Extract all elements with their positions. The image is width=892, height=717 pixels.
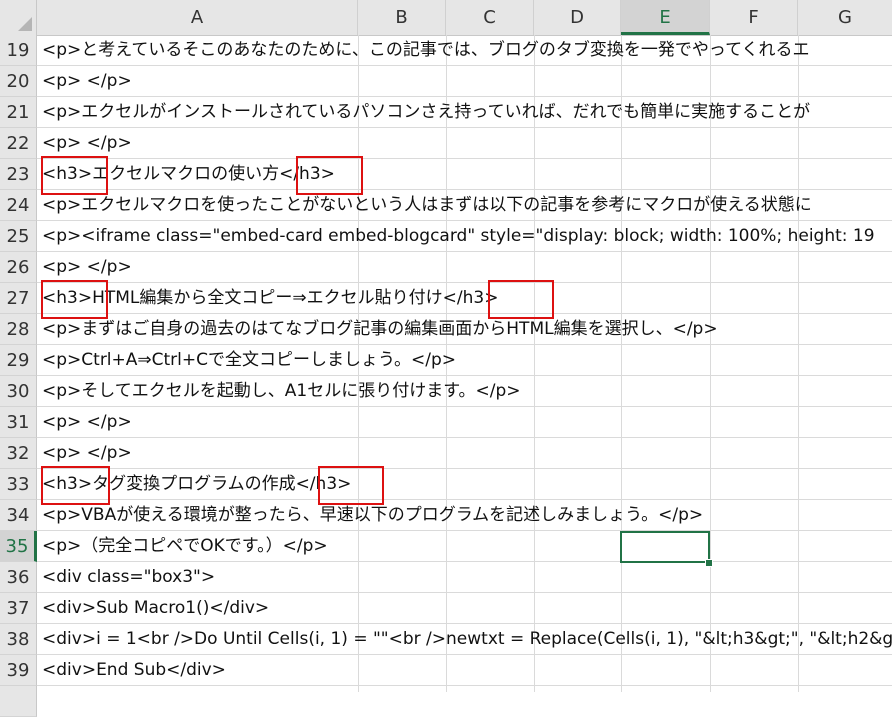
spreadsheet-grid: A B C D E F G 19 <p>と考えているそこのあなたのために、この記…	[0, 0, 892, 717]
row-header[interactable]: 31	[0, 407, 37, 438]
column-header-b[interactable]: B	[358, 0, 446, 35]
table-row[interactable]	[37, 407, 892, 438]
row-header[interactable]: 38	[0, 624, 37, 655]
row-header[interactable]: 36	[0, 562, 37, 593]
column-header-c[interactable]: C	[446, 0, 534, 35]
cell-a35[interactable]: <p>（完全コピペでOKです。）</p>	[42, 531, 328, 562]
cell-a26[interactable]: <p> </p>	[42, 252, 132, 283]
cell-a21[interactable]: <p>エクセルがインストールされているパソコンさえ持っていれば、だれでも簡単に実…	[42, 97, 810, 128]
row-header[interactable]: 22	[0, 128, 37, 159]
active-cell-e35[interactable]	[620, 531, 710, 563]
column-header-d[interactable]: D	[534, 0, 621, 35]
select-all-corner[interactable]	[0, 0, 37, 35]
table-row[interactable]	[37, 438, 892, 469]
row-header[interactable]: 25	[0, 221, 37, 252]
column-header-a[interactable]: A	[37, 0, 358, 35]
row-header[interactable]: 27	[0, 283, 37, 314]
highlight-box-open-h3	[41, 156, 108, 195]
fill-handle[interactable]	[705, 559, 713, 567]
table-row[interactable]	[37, 128, 892, 159]
row-header[interactable]	[0, 686, 37, 717]
row-header-selected[interactable]: 35	[0, 531, 37, 562]
row-header[interactable]: 30	[0, 376, 37, 407]
row-header[interactable]: 34	[0, 500, 37, 531]
table-row[interactable]	[37, 66, 892, 97]
cell-a28[interactable]: <p>まずはご自身の過去のはてなブログ記事の編集画面からHTML編集を選択し、<…	[42, 314, 718, 345]
row-header[interactable]: 29	[0, 345, 37, 376]
row-header[interactable]: 39	[0, 655, 37, 686]
row-header[interactable]: 24	[0, 190, 37, 221]
row-header[interactable]: 37	[0, 593, 37, 624]
highlight-box-close-h3	[318, 466, 384, 505]
cell-a25[interactable]: <p><iframe class="embed-card embed-blogc…	[42, 221, 875, 252]
column-header-g[interactable]: G	[798, 0, 892, 35]
cell-a29[interactable]: <p>Ctrl+A⇒Ctrl+Cで全文コピーしましょう。</p>	[42, 345, 456, 376]
column-header-e[interactable]: E	[621, 0, 710, 35]
row-header[interactable]: 21	[0, 97, 37, 128]
row-header[interactable]: 33	[0, 469, 37, 500]
row-header[interactable]: 26	[0, 252, 37, 283]
cell-a31[interactable]: <p> </p>	[42, 407, 132, 438]
row-header[interactable]: 32	[0, 438, 37, 469]
cell-a19[interactable]: <p>と考えているそこのあなたのために、この記事では、ブログのタブ変換を一発でや…	[42, 35, 810, 66]
highlight-box-open-h3	[41, 280, 108, 319]
row-header[interactable]: 19	[0, 35, 37, 66]
cell-a24[interactable]: <p>エクセルマクロを使ったことがないという人はまずは以下の記事を参考にマクロが…	[42, 190, 812, 221]
row-header[interactable]: 28	[0, 314, 37, 345]
column-header-f[interactable]: F	[710, 0, 798, 35]
cell-a20[interactable]: <p> </p>	[42, 66, 132, 97]
select-all-triangle-icon	[18, 17, 32, 31]
table-row[interactable]	[37, 252, 892, 283]
row-header[interactable]: 20	[0, 66, 37, 97]
cell-a32[interactable]: <p> </p>	[42, 438, 132, 469]
cell-a36[interactable]: <div class="box3">	[42, 562, 215, 593]
row-header[interactable]: 23	[0, 159, 37, 190]
cell-a38[interactable]: <div>i = 1<br />Do Until Cells(i, 1) = "…	[42, 624, 892, 655]
cell-a22[interactable]: <p> </p>	[42, 128, 132, 159]
highlight-box-close-h3	[296, 156, 363, 195]
cell-a37[interactable]: <div>Sub Macro1()</div>	[42, 593, 269, 624]
highlight-box-close-h3	[488, 280, 554, 319]
cell-a39[interactable]: <div>End Sub</div>	[42, 655, 226, 686]
highlight-box-open-h3	[41, 466, 110, 505]
cell-a27[interactable]: <h3>HTML編集から全文コピー⇒エクセル貼り付け</h3>	[42, 283, 498, 314]
cell-a30[interactable]: <p>そしてエクセルを起動し、A1セルに張り付けます。</p>	[42, 376, 521, 407]
